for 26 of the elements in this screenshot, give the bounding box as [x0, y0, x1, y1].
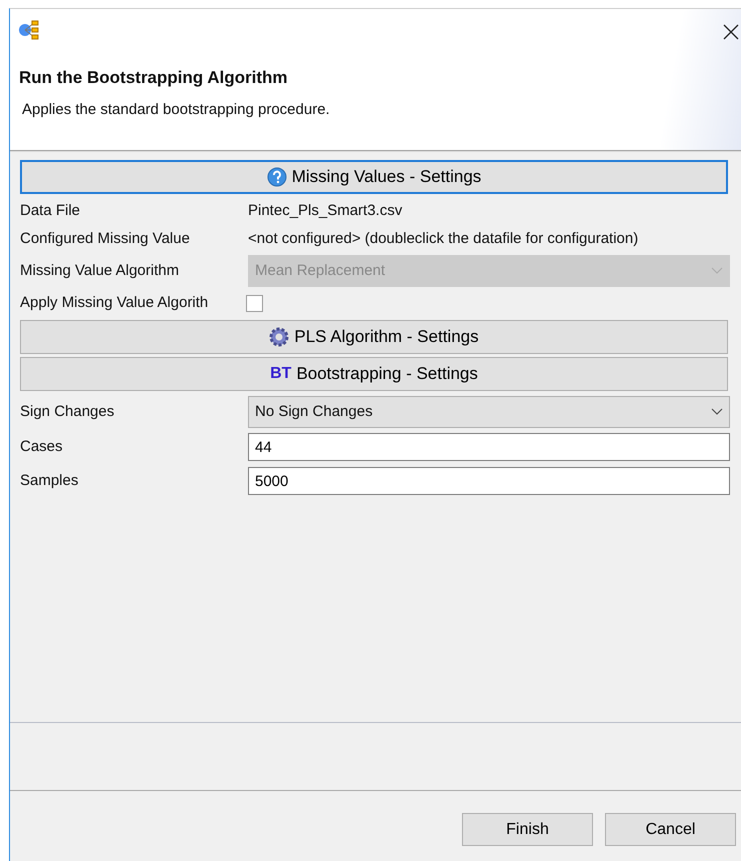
- field-label: Apply Missing Value Algorith: [20, 292, 210, 313]
- field-label: Samples: [20, 470, 80, 491]
- section-button[interactable]: BT Bootstrapping - Settings: [20, 357, 728, 391]
- input-field[interactable]: 5000: [248, 467, 730, 495]
- dialog-description: Applies the standard bootstrapping procedure.: [22, 100, 331, 120]
- dialog-title: Run the Bootstrapping Algorithm: [19, 66, 289, 89]
- bt-icon: BT: [270, 362, 292, 386]
- field-label: Sign Changes: [20, 402, 116, 422]
- field-value: Pintec_Pls_Smart3.csv: [248, 200, 402, 221]
- section-button[interactable]: Missing Values - Settings: [20, 160, 728, 194]
- input-field[interactable]: 44: [248, 433, 730, 461]
- app-icon: [18, 20, 40, 40]
- help-icon: [266, 167, 287, 187]
- dropdown[interactable]: No Sign Changes: [248, 396, 730, 428]
- field-label: Data File: [20, 200, 82, 221]
- gear-icon: [269, 327, 290, 347]
- close-icon[interactable]: [723, 24, 739, 40]
- field-label: Missing Value Algorithm: [20, 260, 180, 281]
- field-label: Cases: [20, 436, 64, 457]
- cancel-button[interactable]: Cancel: [605, 813, 736, 846]
- dropdown: Mean Replacement: [248, 255, 730, 287]
- checkbox[interactable]: [246, 294, 263, 312]
- field-value: <not configured> (doubleclick the datafile for configuration): [248, 228, 638, 249]
- field-label: Configured Missing Value: [20, 228, 191, 249]
- section-button[interactable]: PLS Algorithm - Settings: [20, 320, 728, 354]
- finish-button[interactable]: Finish: [462, 813, 593, 846]
